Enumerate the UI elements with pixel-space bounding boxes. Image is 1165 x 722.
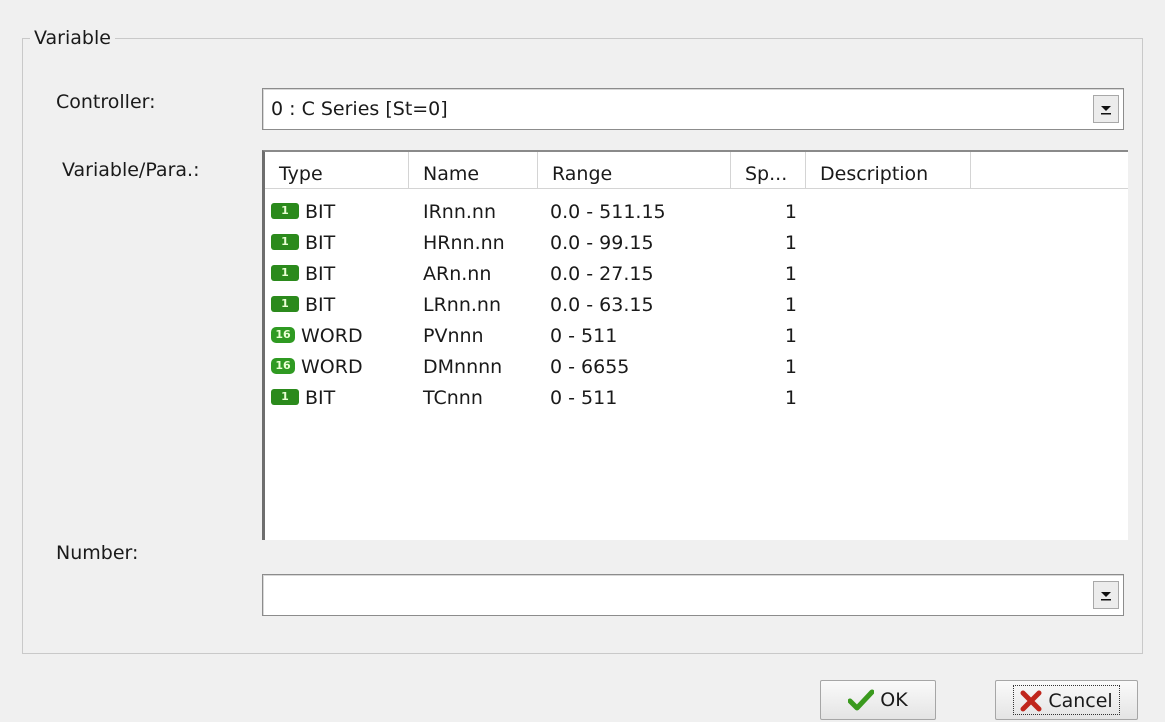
sp-cell: 1 <box>784 325 797 347</box>
table-row[interactable]: 1 BIT TCnnn 0 - 511 1 <box>265 383 1128 414</box>
column-header-name[interactable]: Name <box>409 152 538 188</box>
sp-cell: 1 <box>784 294 797 316</box>
table-row[interactable]: 16 WORD DMnnnn 0 - 6655 1 <box>265 352 1128 383</box>
type-cell: WORD <box>301 325 363 347</box>
chevron-down-icon <box>1101 106 1111 115</box>
name-cell: TCnnn <box>423 387 483 409</box>
range-cell: 0.0 - 63.15 <box>550 294 654 316</box>
bit-type-icon: 1 <box>271 203 299 219</box>
number-select[interactable] <box>262 574 1124 616</box>
chevron-down-icon <box>1101 592 1111 601</box>
table-row[interactable]: 1 BIT LRnn.nn 0.0 - 63.15 1 <box>265 290 1128 321</box>
column-header-sp[interactable]: Sp... <box>731 152 806 188</box>
word-type-icon: 16 <box>271 327 295 343</box>
type-cell: WORD <box>301 356 363 378</box>
bit-type-icon: 1 <box>271 389 299 405</box>
name-cell: IRnn.nn <box>423 201 497 223</box>
controller-dropdown-button[interactable] <box>1093 95 1119 123</box>
type-cell: BIT <box>305 387 336 409</box>
name-cell: DMnnnn <box>423 356 503 378</box>
variable-group-title: Variable <box>30 26 115 50</box>
sp-cell: 1 <box>784 263 797 285</box>
checkmark-icon <box>848 689 875 711</box>
table-row[interactable]: 1 BIT HRnn.nn 0.0 - 99.15 1 <box>265 228 1128 259</box>
table-row[interactable]: 16 WORD PVnnn 0 - 511 1 <box>265 321 1128 352</box>
column-header-description[interactable]: Description <box>806 152 971 188</box>
range-cell: 0 - 511 <box>550 325 618 347</box>
table-row[interactable]: 1 BIT ARn.nn 0.0 - 27.15 1 <box>265 259 1128 290</box>
variable-list[interactable]: Type Name Range Sp... Description 1 BIT I… <box>262 150 1128 540</box>
range-cell: 0 - 6655 <box>550 356 630 378</box>
name-cell: PVnnn <box>423 325 484 347</box>
variable-label: Variable/Para.: <box>62 159 200 181</box>
controller-select-value: 0 : C Series [St=0] <box>271 98 448 120</box>
sp-cell: 1 <box>784 356 797 378</box>
range-cell: 0.0 - 511.15 <box>550 201 666 223</box>
ok-button[interactable]: OK <box>820 680 936 720</box>
range-cell: 0.0 - 99.15 <box>550 232 654 254</box>
type-cell: BIT <box>305 263 336 285</box>
name-cell: HRnn.nn <box>423 232 505 254</box>
sp-cell: 1 <box>784 232 797 254</box>
type-cell: BIT <box>305 232 336 254</box>
number-dropdown-button[interactable] <box>1093 581 1119 609</box>
bit-type-icon: 1 <box>271 234 299 250</box>
controller-label: Controller: <box>56 91 156 113</box>
range-cell: 0 - 511 <box>550 387 618 409</box>
range-cell: 0.0 - 27.15 <box>550 263 654 285</box>
type-cell: BIT <box>305 294 336 316</box>
ok-button-label: OK <box>880 689 908 711</box>
type-cell: BIT <box>305 201 336 223</box>
name-cell: ARn.nn <box>423 263 492 285</box>
bit-type-icon: 1 <box>271 296 299 312</box>
cancel-button[interactable]: Cancel <box>995 680 1138 720</box>
variable-list-header: Type Name Range Sp... Description <box>265 152 1128 189</box>
sp-cell: 1 <box>784 201 797 223</box>
table-row[interactable]: 1 BIT IRnn.nn 0.0 - 511.15 1 <box>265 197 1128 228</box>
column-header-type[interactable]: Type <box>265 152 409 188</box>
sp-cell: 1 <box>784 387 797 409</box>
word-type-icon: 16 <box>271 358 295 374</box>
bit-type-icon: 1 <box>271 265 299 281</box>
cancel-button-label: Cancel <box>1048 690 1113 712</box>
x-icon <box>1020 690 1042 712</box>
number-label: Number: <box>56 542 139 564</box>
name-cell: LRnn.nn <box>423 294 501 316</box>
column-header-range[interactable]: Range <box>538 152 731 188</box>
controller-select[interactable]: 0 : C Series [St=0] <box>262 88 1124 130</box>
